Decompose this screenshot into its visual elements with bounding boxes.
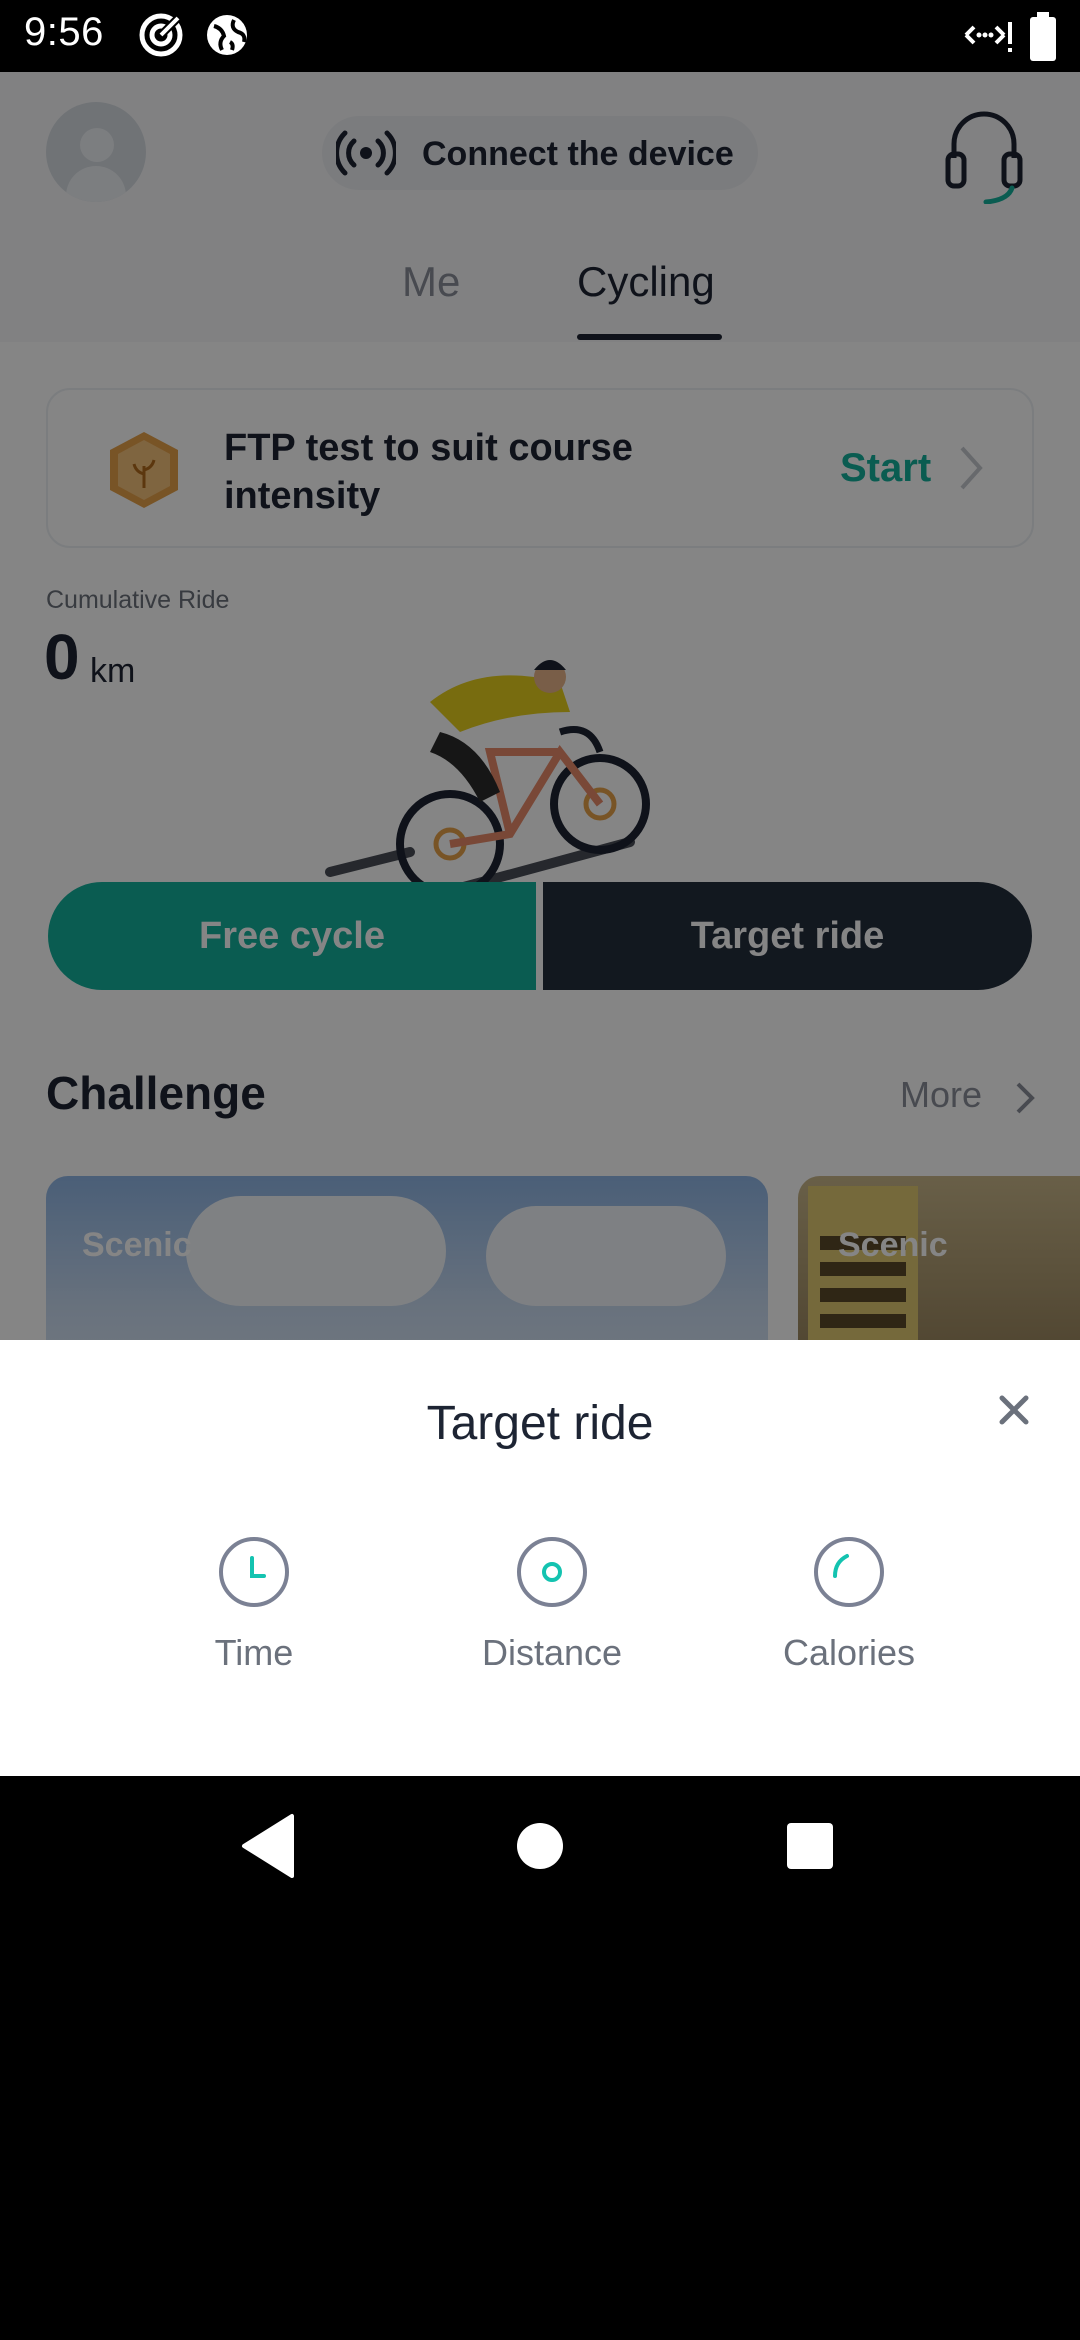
home-icon[interactable] <box>500 1806 580 1886</box>
close-icon[interactable] <box>994 1390 1034 1430</box>
option-distance[interactable]: Distance <box>432 1536 672 1706</box>
option-calories-label: Calories <box>782 1632 916 1673</box>
target-ride-sheet: Target ride Time Distance Calories <box>0 1340 1080 1776</box>
calories-icon <box>814 1537 884 1607</box>
option-calories[interactable]: Calories <box>729 1536 969 1706</box>
option-time-label: Time <box>214 1632 294 1673</box>
globe-icon <box>207 15 247 55</box>
back-icon[interactable] <box>228 1806 308 1886</box>
status-bar: 9:56 <box>0 0 1080 72</box>
option-distance-label: Distance <box>481 1632 623 1673</box>
system-nav-bar <box>0 1776 1080 1916</box>
sheet-title: Target ride <box>426 1397 654 1450</box>
target-app-icon <box>139 13 183 57</box>
battery-icon <box>1030 12 1056 61</box>
status-time: 9:56 <box>24 10 104 54</box>
data-transfer-icon <box>964 22 1012 52</box>
option-time[interactable]: Time <box>134 1536 374 1706</box>
clock-icon <box>219 1537 289 1607</box>
distance-icon <box>517 1537 587 1607</box>
modal-scrim[interactable] <box>0 72 1080 1340</box>
recents-icon[interactable] <box>770 1806 850 1886</box>
